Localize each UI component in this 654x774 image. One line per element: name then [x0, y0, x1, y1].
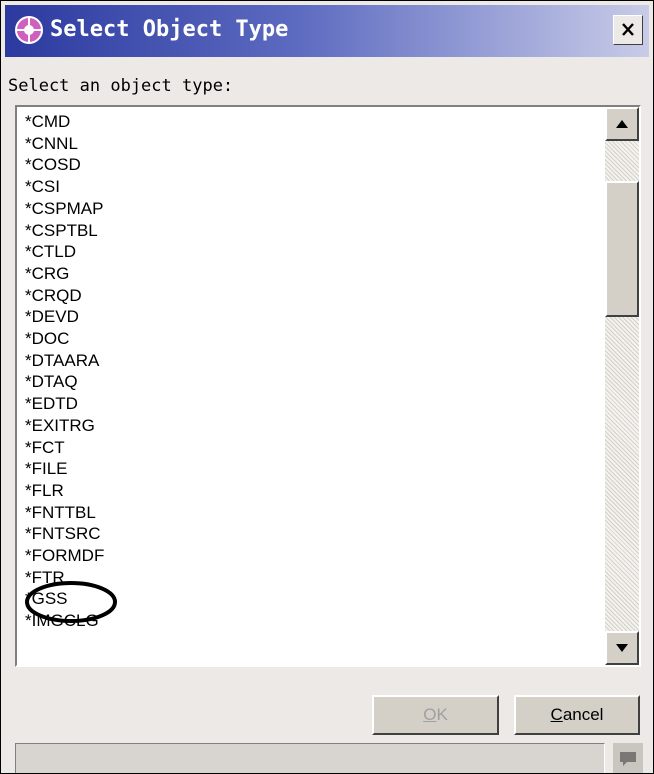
list-item[interactable]: *DTAARA [25, 350, 104, 372]
ok-button[interactable]: OK [372, 695, 499, 735]
list-item[interactable]: *FILE [25, 458, 104, 480]
list-item[interactable]: *DOC [25, 328, 104, 350]
list-item[interactable]: *COSD [25, 154, 104, 176]
list-item[interactable]: *FORMDF [25, 545, 104, 567]
message-bubble-icon [620, 752, 636, 766]
list-item[interactable]: *CRQD [25, 285, 104, 307]
list-item[interactable]: *CSPMAP [25, 198, 104, 220]
object-type-list[interactable]: *CMD *CNNL *COSD *CSI *CSPMAP *CSPTBL *CTLD *CR… [15, 105, 641, 667]
close-button[interactable] [613, 15, 643, 45]
list-item[interactable]: *EXITRG [25, 415, 104, 437]
status-message-icon-area[interactable] [613, 743, 643, 773]
list-item[interactable]: *CMD [25, 111, 104, 133]
vertical-scrollbar[interactable] [605, 107, 639, 665]
highlight-circle-annotation [25, 581, 117, 623]
status-bar [15, 743, 605, 773]
list-item[interactable]: *CTLD [25, 241, 104, 263]
dialog-app-icon [15, 16, 43, 44]
list-item[interactable]: *CSI [25, 176, 104, 198]
list-item[interactable]: *EDTD [25, 393, 104, 415]
scroll-thumb[interactable] [605, 181, 639, 317]
list-item[interactable]: *FLR [25, 480, 104, 502]
scroll-up-button[interactable] [605, 107, 639, 141]
select-object-type-dialog: Select Object Type Select an object type… [0, 0, 654, 774]
arrow-up-icon [616, 120, 628, 128]
list-item[interactable]: *FNTSRC [25, 523, 104, 545]
dialog-title: Select Object Type [50, 17, 289, 42]
list-item[interactable]: *DTAQ [25, 371, 104, 393]
list-item[interactable]: *CSPTBL [25, 220, 104, 242]
list-item[interactable]: *FCT [25, 437, 104, 459]
list-item[interactable]: *CNNL [25, 133, 104, 155]
title-bar[interactable]: Select Object Type [5, 5, 649, 57]
close-icon [622, 23, 634, 36]
cancel-button[interactable]: Cancel [514, 695, 640, 735]
arrow-down-icon [616, 644, 628, 652]
list-item[interactable]: *DEVD [25, 306, 104, 328]
select-prompt-label: Select an object type: [8, 76, 234, 96]
scroll-down-button[interactable] [605, 631, 639, 665]
list-item[interactable]: *FNTTBL [25, 502, 104, 524]
list-item[interactable]: *CRG [25, 263, 104, 285]
